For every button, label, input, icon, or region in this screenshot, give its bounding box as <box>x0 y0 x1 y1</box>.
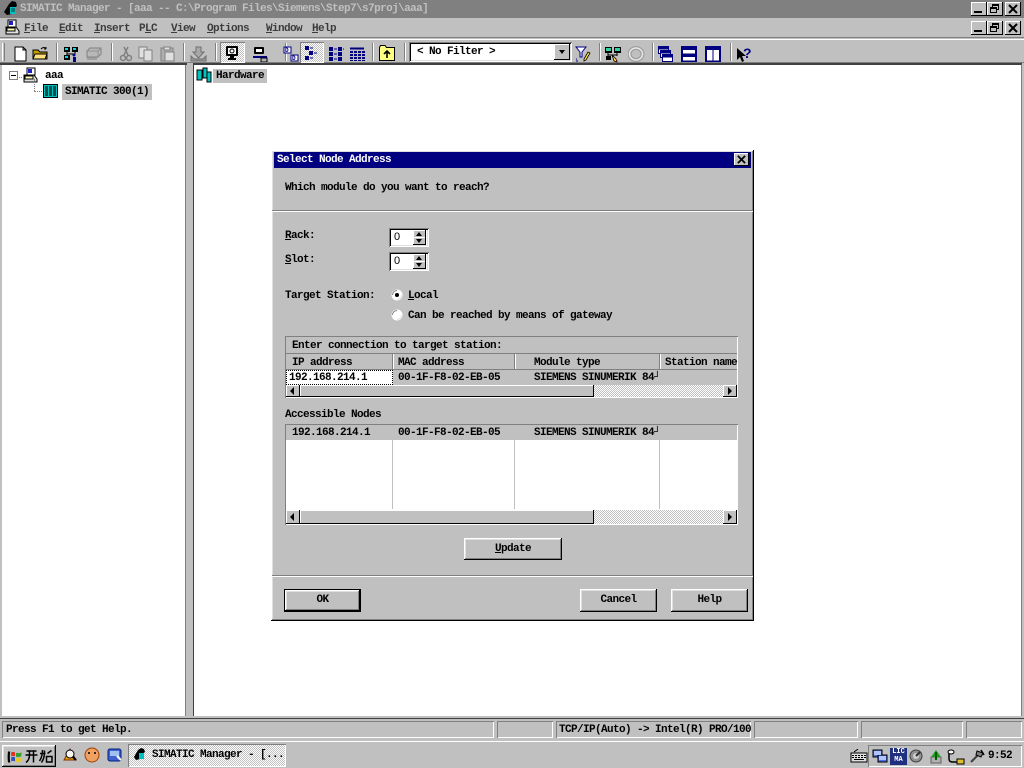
svg-text:?: ? <box>743 46 751 61</box>
